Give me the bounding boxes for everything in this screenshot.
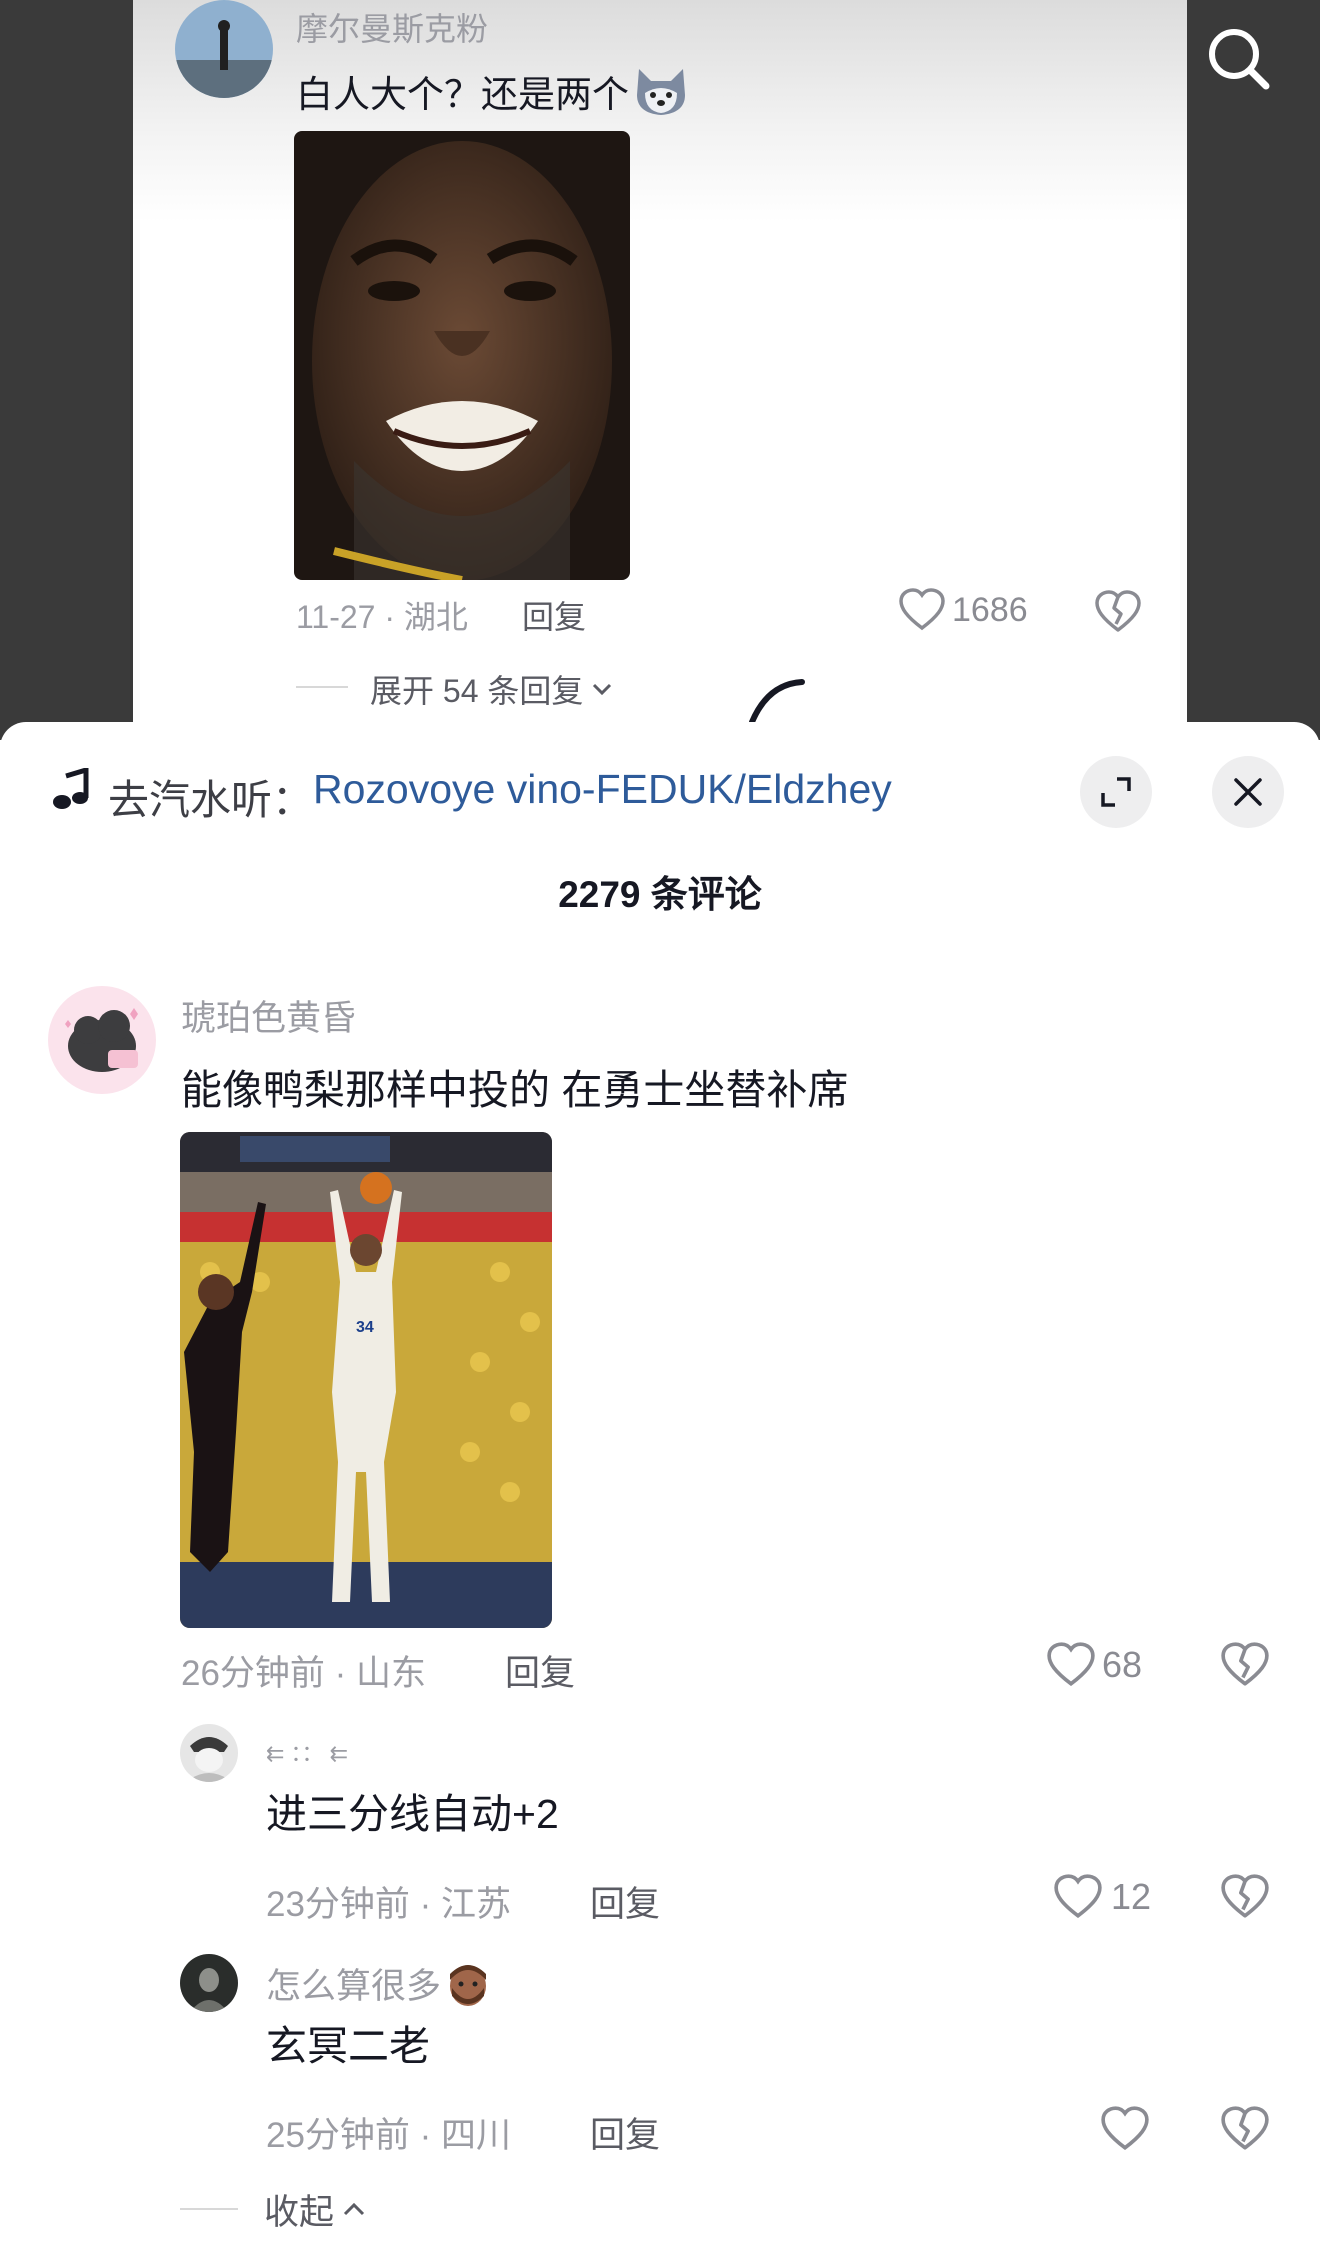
comment-username[interactable]: 摩尔曼斯克粉	[296, 4, 488, 50]
comments-panel: 去汽水听： Rozovoye vino-FEDUK/Eldzhey 2279 条…	[0, 722, 1320, 2241]
bearded-man-emoji-icon	[450, 1964, 487, 2006]
reply-username[interactable]: 怎么算很多	[266, 1958, 441, 2009]
close-icon	[1234, 778, 1262, 806]
heart-icon	[1054, 1874, 1102, 1919]
comment-text: 能像鸭梨那样中投的 在勇士坐替补席	[181, 1067, 849, 1113]
comment-count-title: 2279 条评论	[558, 874, 762, 915]
reply-username-row[interactable]: 怎么算很多	[266, 1958, 491, 2009]
reply-text: 玄冥二老	[266, 2023, 430, 2069]
expand-replies-button[interactable]: 展开 54 条回复	[370, 666, 615, 712]
like-count: 12	[1111, 1876, 1152, 1917]
reply-text: 进三分线自动+2	[266, 1791, 559, 1837]
music-note-icon	[53, 768, 89, 809]
divider	[180, 2208, 238, 2210]
like-button[interactable]: 1686	[898, 588, 1028, 632]
dislike-broken-heart-icon[interactable]	[1220, 1874, 1270, 1920]
comment-meta: 11-27 · 湖北	[296, 599, 468, 635]
chevron-up-icon	[343, 2202, 365, 2215]
like-count: 68	[1102, 1644, 1143, 1685]
comment-image[interactable]	[294, 131, 630, 580]
reply-button[interactable]: 回复	[590, 2107, 660, 2158]
avatar[interactable]	[48, 986, 156, 1094]
pull-indicator-icon	[749, 679, 805, 725]
dislike-broken-heart-icon[interactable]	[1220, 2106, 1270, 2152]
collapse-button[interactable]: 收起	[264, 2184, 368, 2235]
chevron-down-icon	[593, 683, 612, 696]
comment-text-body: 白人大个？还是两个	[296, 74, 629, 115]
avatar[interactable]	[175, 0, 273, 98]
dislike-broken-heart-icon[interactable]	[1220, 1642, 1270, 1688]
heart-icon	[899, 588, 945, 631]
comment-image[interactable]: 34	[180, 1132, 552, 1628]
svg-text:34: 34	[356, 1319, 374, 1336]
reply-username[interactable]: ⇇ ：： ⇇	[266, 1736, 348, 1768]
expand-icon	[1101, 777, 1131, 807]
comment-meta: 26分钟前 · 山东	[181, 1654, 427, 1693]
like-count: 1686	[952, 590, 1028, 629]
reply-button[interactable]: 回复	[590, 1876, 660, 1927]
music-title[interactable]: Rozovoye vino-FEDUK/Eldzhey	[313, 766, 892, 826]
collapse-label: 收起	[264, 2193, 335, 2232]
comment-text: 白人大个？还是两个	[296, 64, 689, 118]
music-prefix: 去汽水听：	[108, 777, 313, 823]
reply-button[interactable]: 回复	[505, 1645, 575, 1696]
close-button[interactable]	[1212, 756, 1284, 828]
avatar[interactable]	[180, 1954, 238, 2012]
husky-emoji-icon	[637, 69, 685, 115]
like-button[interactable]: 68	[1046, 1642, 1142, 1688]
divider	[296, 686, 348, 688]
music-link[interactable]: 去汽水听： Rozovoye vino-FEDUK/Eldzhey	[108, 766, 892, 826]
comment-username[interactable]: 琥珀色黄昏	[181, 990, 356, 1041]
reply-meta: 25分钟前 · 四川	[266, 2116, 512, 2155]
expand-button[interactable]	[1080, 756, 1152, 828]
expand-replies-label: 展开 54 条回复	[370, 673, 584, 709]
heart-icon	[1047, 1642, 1095, 1687]
reply-button[interactable]: 回复	[522, 592, 586, 638]
reply-meta: 23分钟前 · 江苏	[266, 1885, 512, 1924]
search-icon[interactable]	[1198, 18, 1278, 98]
avatar[interactable]	[180, 1724, 238, 1782]
heart-icon[interactable]	[1100, 2106, 1150, 2152]
dislike-broken-heart-icon[interactable]	[1094, 590, 1142, 634]
like-button[interactable]: 12	[1053, 1874, 1151, 1920]
